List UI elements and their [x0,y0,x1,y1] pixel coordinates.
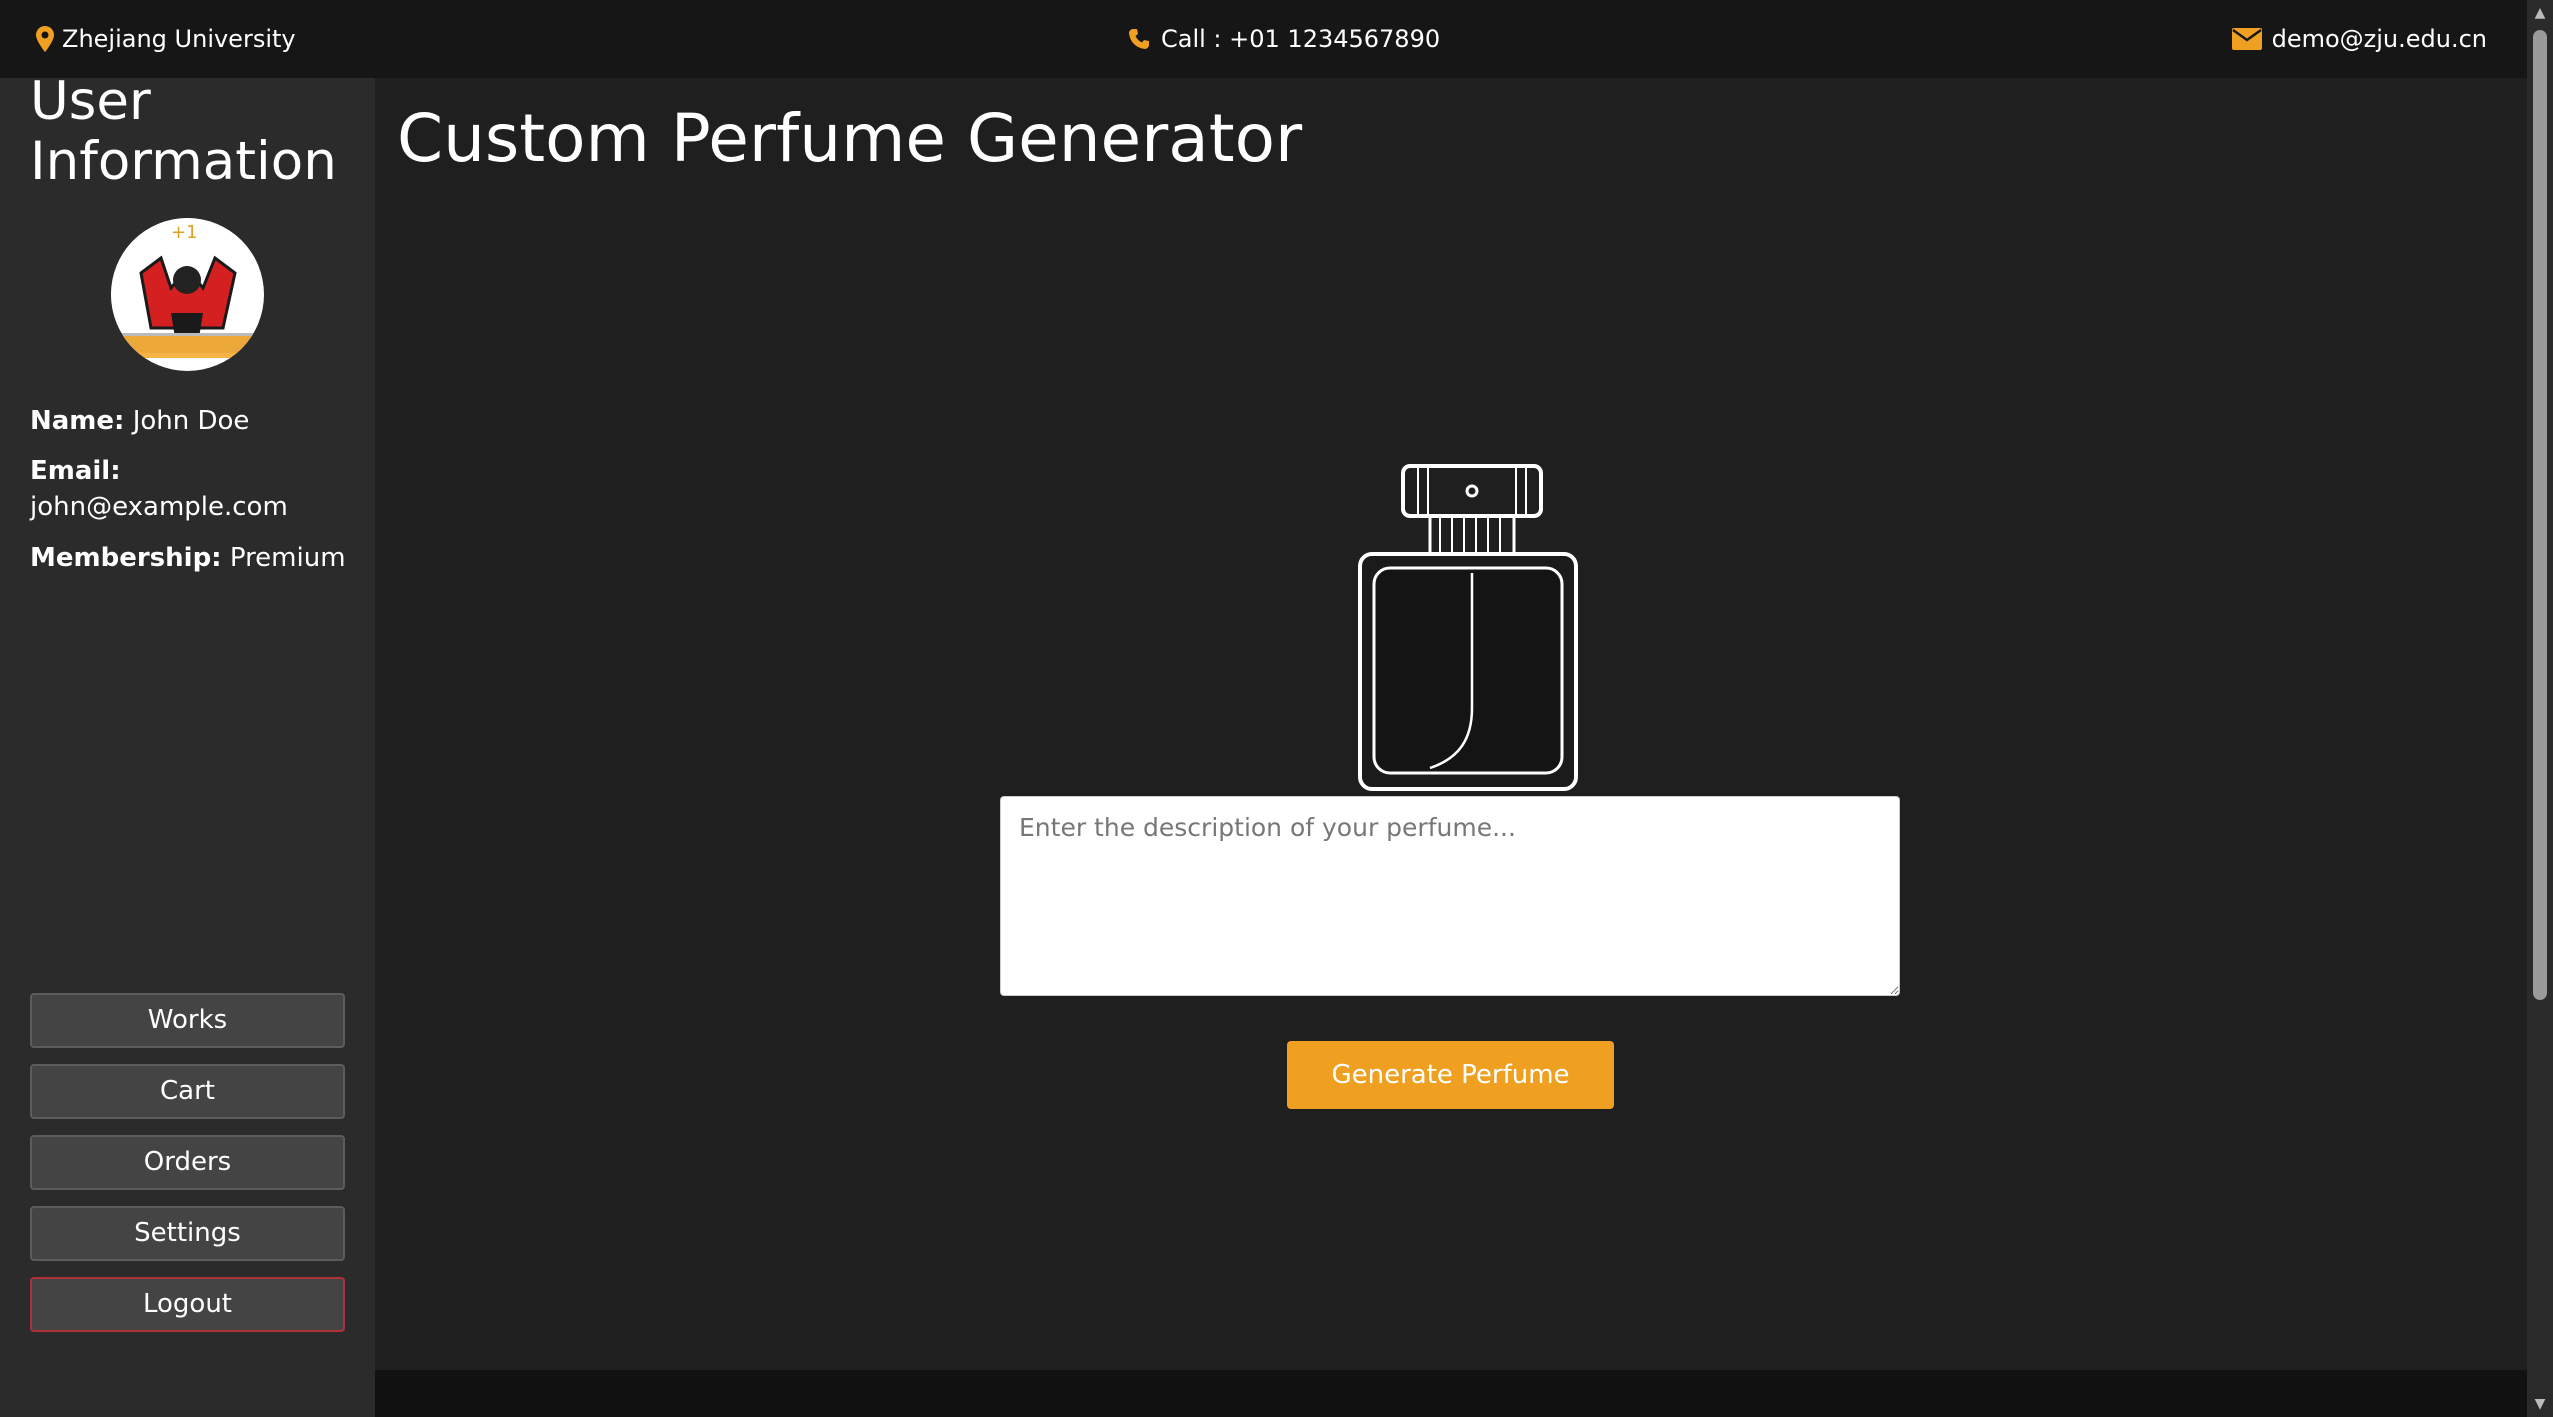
user-info-title: User Information [30,71,337,192]
user-email: john@example.com [30,492,288,522]
scroll-up-arrow-icon[interactable]: ▲ [2527,2,2553,24]
scroll-thumb[interactable] [2533,30,2547,1000]
user-name: Name: John Doe [30,406,249,436]
email-label: Email: [30,456,121,486]
envelope-icon [2231,28,2262,50]
call-text: Call : +01 1234567890 [1161,25,1441,53]
email-link[interactable]: demo@zju.edu.cn [2231,0,2487,78]
page: Zhejiang University User Information +1 … [0,0,2553,1417]
email-text: demo@zju.edu.cn [2271,25,2487,53]
user-membership: Membership: Premium [30,543,346,573]
works-button[interactable]: Works [30,993,345,1048]
sidebar: Zhejiang University User Information +1 … [0,0,375,1417]
settings-button[interactable]: Settings [30,1206,345,1261]
avatar: +1 [111,218,264,371]
generate-perfume-button[interactable]: Generate Perfume [1287,1041,1614,1109]
perfume-bottle-image [1330,368,1630,808]
email-value: john@example.com [30,492,288,522]
scroll-down-arrow-icon[interactable]: ▼ [2527,1393,2553,1415]
main-content: Custom Perfume Generator Enter the descr… [375,78,2527,1370]
membership-label: Membership: [30,543,222,573]
name-value: John Doe [132,406,250,436]
page-scrollbar[interactable]: ▲ ▼ [2527,0,2553,1417]
phone-icon [1127,27,1151,51]
name-label: Name: [30,406,125,436]
page-title: Custom Perfume Generator [397,100,1303,177]
topbar: Call : +01 1234567890 demo@zju.edu.cn [375,0,2527,78]
map-pin-icon [36,26,54,52]
location-bar: Zhejiang University [0,0,375,78]
logout-button[interactable]: Logout [30,1277,345,1332]
orders-button[interactable]: Orders [30,1135,345,1190]
call-link[interactable]: Call : +01 1234567890 [1127,0,1440,78]
location-text: Zhejiang University [62,25,296,53]
membership-value: Premium [229,543,346,573]
footer-strip [375,1370,2527,1417]
perfume-description-input[interactable] [1000,796,1900,996]
cart-button[interactable]: Cart [30,1064,345,1119]
user-email-label: Email: [30,456,121,486]
svg-text:+1: +1 [171,222,198,243]
